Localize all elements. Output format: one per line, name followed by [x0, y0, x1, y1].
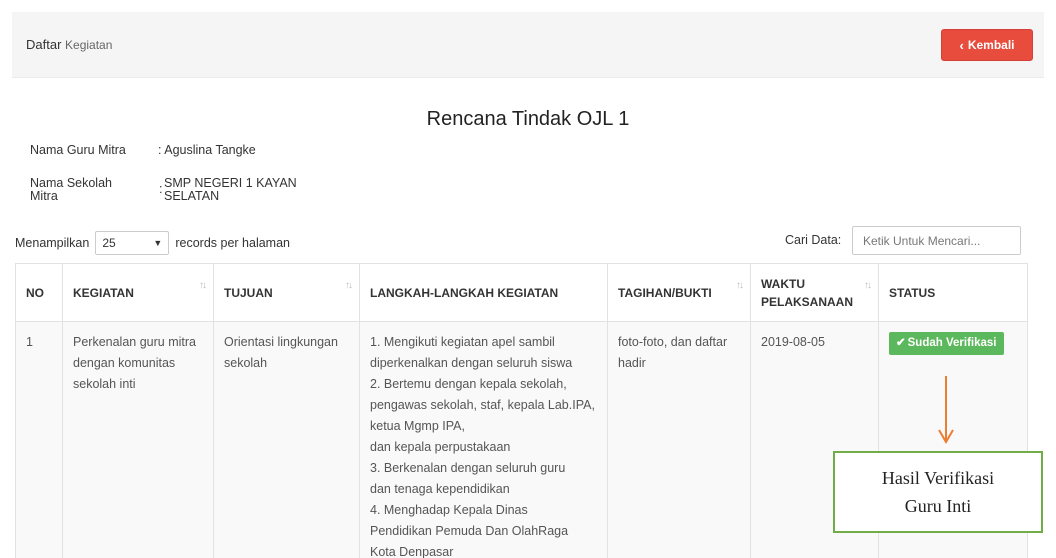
guru-mitra-value: : Aguslina Tangke — [158, 143, 256, 157]
sort-icon: ↑↓ — [345, 280, 353, 291]
cell-kegiatan: Perkenalan guru mitra dengan komunitas s… — [62, 321, 214, 558]
column-header-no[interactable]: NO — [15, 263, 63, 322]
langkah-line: 3. Berkenalan dengan seluruh guru — [370, 461, 566, 475]
per-page-label: records per halaman — [175, 236, 290, 250]
langkah-line: 2. Bertemu dengan kepala sekolah, — [370, 377, 567, 391]
langkah-line: Pendidikan Pemuda Dan OlahRaga — [370, 524, 569, 538]
langkah-line: 1. Mengikuti kegiatan apel sambil — [370, 335, 555, 349]
page-title: Rencana Tindak OJL 1 — [426, 108, 630, 130]
column-header-status[interactable]: STATUS — [878, 263, 1028, 322]
sekolah-mitra-colon: : — [159, 182, 163, 196]
sekolah-mitra-value-line2: SELATAN — [164, 189, 220, 203]
status-badge[interactable]: ✔ Sudah Verifikasi — [889, 332, 1004, 355]
arrow-down-icon — [938, 376, 954, 444]
panel-title-main: Daftar — [26, 37, 62, 52]
check-icon: ✔ — [896, 337, 906, 349]
guru-mitra-label: Nama Guru Mitra — [30, 143, 126, 157]
column-header-waktu[interactable]: WAKTU PELAKSANAAN ↑↓ — [750, 263, 879, 322]
sort-icon: ↑↓ — [199, 280, 207, 291]
search-input[interactable] — [852, 226, 1021, 255]
sekolah-mitra-value-line1: SMP NEGERI 1 KAYAN — [164, 176, 297, 190]
cell-langkah: 1. Mengikuti kegiatan apel sambil diperk… — [359, 321, 608, 558]
column-header-langkah[interactable]: LANGKAH-LANGKAH KEGIATAN — [359, 263, 608, 322]
page-length-control: Menampilkan 25 ▼ records per halaman — [15, 231, 290, 255]
langkah-line: 4. Menghadap Kepala Dinas — [370, 503, 528, 517]
column-header-tagihan[interactable]: TAGIHAN/BUKTI ↑↓ — [607, 263, 751, 322]
chevron-left-icon: ‹ — [959, 37, 964, 53]
show-label: Menampilkan — [15, 236, 90, 250]
page-size-value: 25 — [102, 236, 116, 250]
column-header-tujuan[interactable]: TUJUAN ↑↓ — [213, 263, 360, 322]
table-header-row: NO KEGIATAN ↑↓ TUJUAN ↑↓ LANGKAH-LANGKAH K… — [15, 263, 1028, 322]
caret-down-icon: ▼ — [153, 238, 163, 248]
page-size-select[interactable]: 25 ▼ — [95, 231, 170, 255]
annotation-callout: Hasil Verifikasi Guru Inti — [833, 451, 1043, 533]
back-button[interactable]: ‹ Kembali — [941, 29, 1033, 61]
sekolah-mitra-label-line2: Mitra — [30, 189, 58, 203]
panel-title-sub: Kegiatan — [65, 38, 113, 52]
status-label: Sudah Verifikasi — [907, 337, 997, 349]
langkah-line: pengawas sekolah, staf, kepala Lab.IPA, — [370, 398, 595, 412]
langkah-line: ketua Mgmp IPA, — [370, 419, 465, 433]
back-button-label: Kembali — [967, 38, 1015, 52]
panel-header: Daftar Kegiatan ‹ Kembali — [12, 12, 1044, 78]
langkah-line: dan kepala perpustakaan — [370, 440, 511, 454]
callout-line2: Guru Inti — [904, 496, 972, 516]
panel-title: Daftar Kegiatan — [26, 37, 112, 52]
langkah-line: diperkenalkan dengan seluruh siswa — [370, 356, 573, 370]
langkah-line: dan tenaga kependidikan — [370, 482, 510, 496]
langkah-line: Kota Denpasar — [370, 545, 454, 558]
cell-tagihan: foto-foto, dan daftar hadir — [607, 321, 751, 558]
callout-line1: Hasil Verifikasi — [881, 468, 995, 488]
search-label: Cari Data: — [785, 233, 842, 247]
sort-icon: ↑↓ — [736, 280, 744, 291]
column-header-kegiatan[interactable]: KEGIATAN ↑↓ — [62, 263, 214, 322]
sort-icon: ↑↓ — [864, 280, 872, 291]
cell-no: 1 — [15, 321, 63, 558]
cell-tujuan: Orientasi lingkungan sekolah — [213, 321, 360, 558]
sekolah-mitra-label-line1: Nama Sekolah — [30, 176, 112, 190]
